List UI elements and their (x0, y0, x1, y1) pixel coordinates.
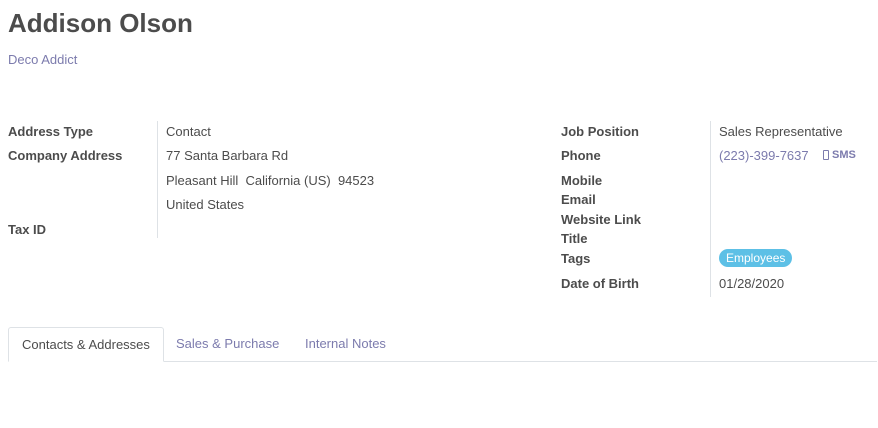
email-label: Email (561, 192, 596, 207)
date-of-birth-value[interactable]: 01/28/2020 (719, 276, 784, 291)
date-of-birth-label: Date of Birth (561, 276, 639, 291)
tax-id-label: Tax ID (8, 222, 47, 237)
address-street: 77 Santa Barbara Rd (166, 148, 289, 163)
phone-link[interactable]: (223)-399-7637 (719, 148, 809, 163)
address-type-label: Address Type (8, 124, 94, 139)
tab-sales-purchase[interactable]: Sales & Purchase (163, 327, 292, 360)
contact-name: Addison Olson (8, 8, 193, 38)
phone-label: Phone (561, 148, 601, 163)
job-position-label: Job Position (561, 124, 639, 139)
tab-contacts-addresses[interactable]: Contacts & Addresses (8, 327, 164, 362)
address-country: United States (166, 197, 245, 212)
tags-label: Tags (561, 251, 591, 266)
right-group-divider (710, 121, 711, 297)
company-address-label: Company Address (8, 148, 123, 163)
notebook-tabs: Contacts & Addresses Sales & Purchase In… (8, 327, 877, 362)
address-type-value[interactable]: Contact (166, 124, 211, 139)
website-link-label: Website Link (561, 212, 641, 227)
mobile-label: Mobile (561, 173, 603, 188)
left-group-divider (157, 121, 158, 238)
company-link[interactable]: Deco Addict (8, 52, 77, 67)
sms-button[interactable]: SMS (823, 149, 856, 161)
tag-employees[interactable]: Employees (719, 249, 793, 267)
title-label: Title (561, 231, 588, 246)
mobile-phone-icon (823, 150, 829, 160)
address-city-state-zip: Pleasant Hill California (US) 94523 (166, 173, 375, 188)
tab-internal-notes[interactable]: Internal Notes (292, 327, 399, 360)
job-position-value[interactable]: Sales Representative (719, 124, 843, 139)
sms-label: SMS (832, 149, 856, 161)
